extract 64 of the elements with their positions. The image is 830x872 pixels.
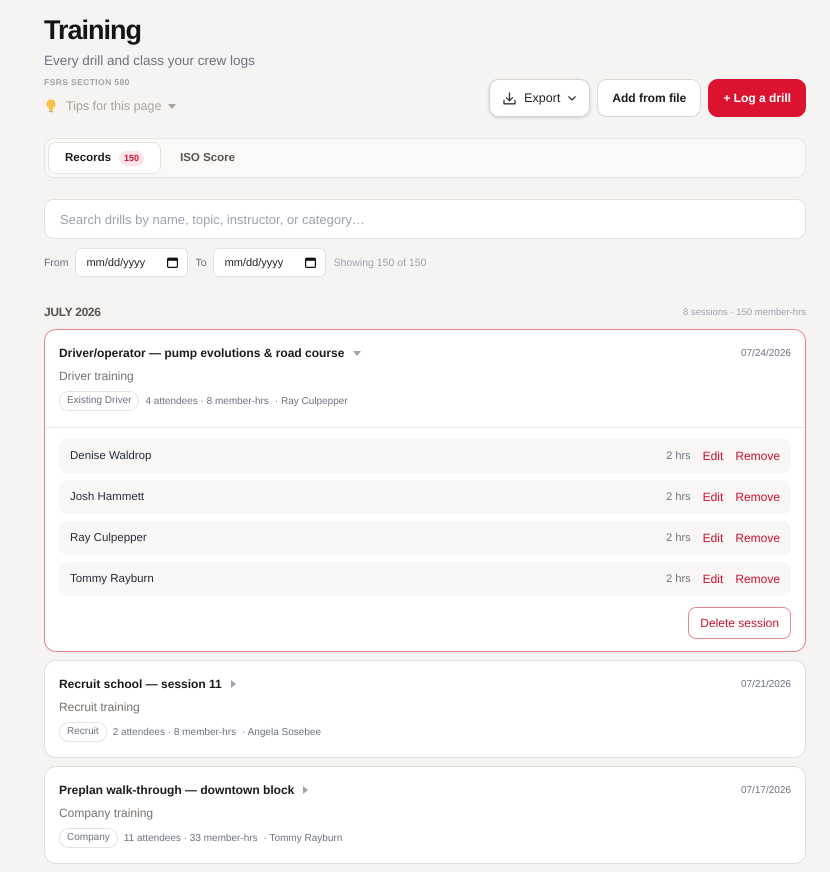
lightbulb-icon (46, 99, 56, 113)
hours-text: 2 hrs (666, 450, 691, 462)
field-label: To (196, 256, 207, 268)
caret-icon[interactable] (168, 104, 176, 108)
session-category: Driver training (59, 368, 135, 385)
session-stats: 11 attendees · 33 member-hrs (124, 832, 258, 844)
session-category: Company training (59, 805, 154, 822)
edit-link[interactable]: Edit (702, 490, 724, 504)
attendee-name: Ray Culpepper (70, 532, 147, 544)
session-stats: 2 attendees · 8 member-hrs (112, 726, 236, 738)
delete-session-button[interactable]: Delete session (688, 607, 791, 639)
search-field[interactable]: Search drills by name, topic, instructor, or category… (44, 199, 806, 239)
attendee-name: Josh Hammett (70, 491, 144, 503)
tab[interactable]: Records 150 (48, 142, 162, 174)
attendee-name: Tommy Rayburn (70, 573, 154, 585)
category-tag: Recruit (59, 722, 107, 742)
results-count: Showing 150 of 150 (334, 256, 426, 268)
caret-icon[interactable] (303, 786, 308, 794)
export-button[interactable]: Export (489, 79, 590, 117)
count-badge: 150 (119, 150, 144, 166)
session-date: 07/24/2026 (740, 348, 791, 358)
calendar-icon[interactable] (304, 257, 316, 268)
instructor-name: · Ray Culpepper (274, 396, 348, 406)
session-title: Recruit school — session 11 (59, 677, 222, 691)
tab[interactable]: ISO Score (163, 142, 252, 174)
session-card[interactable]: Preplan walk-through — downtown block 07/17/2026 Company training Company 11 attendees · 33 member-hrs · Tommy Rayburn (44, 766, 806, 864)
session-date: 07/17/2026 (740, 784, 791, 796)
caret-icon[interactable] (353, 350, 362, 356)
edit-link[interactable]: Edit (702, 449, 724, 463)
remove-link[interactable]: Remove (735, 490, 780, 504)
calendar-icon[interactable] (166, 257, 178, 268)
remove-link[interactable]: Remove (735, 531, 780, 545)
session-card[interactable] (44, 329, 806, 652)
category-tag: Existing Driver (59, 391, 140, 411)
download-icon (503, 92, 516, 104)
edit-link[interactable]: Edit (702, 531, 724, 545)
hours-text: 2 hrs (666, 573, 691, 585)
remove-link[interactable]: Remove (735, 572, 780, 586)
instructor-name: · Tommy Rayburn (264, 832, 342, 844)
date-field[interactable]: mm/dd/yyyy (74, 248, 188, 277)
category-tag: Company (59, 828, 118, 848)
month-summary: 8 sessions · 150 member-hrs (682, 306, 806, 318)
hours-text: 2 hrs (666, 491, 691, 503)
page-title: Training (44, 15, 142, 46)
month-heading: JULY 2026 (44, 305, 101, 319)
session-date: 07/21/2026 (740, 678, 791, 690)
session-title: Preplan walk-through — downtown block (59, 783, 294, 797)
instructor-name: · Angela Sosebee (242, 726, 322, 738)
session-category: Recruit training (59, 699, 141, 716)
log-drill-button[interactable]: + Log a drill (708, 79, 806, 117)
session-card[interactable]: Recruit school — session 11 07/21/2026 Recruit training Recruit 2 attendees · 8 member-hrs · Angela Sosebee (44, 660, 806, 758)
session-title: Driver/operator — pump evolutions & road course (59, 346, 344, 360)
edit-link[interactable]: Edit (702, 572, 724, 586)
chevron-down-icon (568, 96, 576, 100)
caret-icon[interactable] (230, 680, 236, 688)
field-label: From (44, 256, 68, 268)
session-stats: 4 attendees · 8 member-hrs (145, 396, 269, 406)
add-from-file-button[interactable]: Add from file (597, 79, 702, 117)
section-label: FSRS SECTION 580 (44, 77, 131, 88)
date-field[interactable]: mm/dd/yyyy (212, 248, 326, 277)
attendee-name: Denise Waldrop (70, 450, 152, 462)
remove-link[interactable]: Remove (735, 449, 780, 463)
hours-text: 2 hrs (666, 532, 691, 544)
page-subtitle: Every drill and class your crew logs (44, 52, 255, 70)
